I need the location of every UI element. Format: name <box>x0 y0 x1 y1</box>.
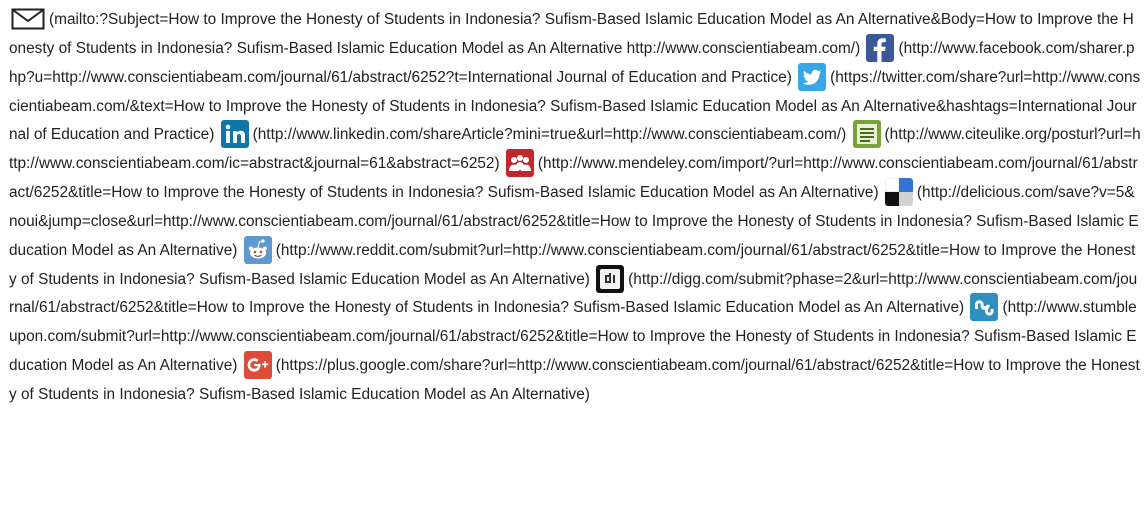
reddit-icon[interactable] <box>243 235 272 264</box>
linkedin-share-link[interactable]: (http://www.linkedin.com/shareArticle?mi… <box>253 126 847 143</box>
share-links-block: (mailto:?Subject=How to Improve the Hone… <box>9 6 1141 410</box>
google-plus-icon[interactable] <box>243 351 272 380</box>
mendeley-icon[interactable] <box>505 149 534 178</box>
linkedin-icon[interactable] <box>220 120 249 149</box>
twitter-icon[interactable] <box>798 62 827 91</box>
facebook-icon[interactable] <box>866 33 895 62</box>
citeulike-icon[interactable] <box>852 120 881 149</box>
stumbleupon-icon[interactable] <box>970 293 999 322</box>
digg-icon[interactable] <box>596 264 625 293</box>
envelope-icon[interactable] <box>11 8 45 30</box>
delicious-icon[interactable] <box>884 178 913 207</box>
